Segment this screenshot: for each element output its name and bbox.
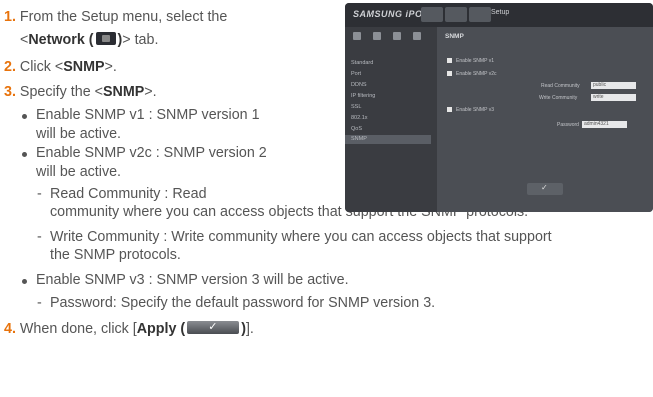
- step-3-snmp: SNMP: [102, 84, 145, 100]
- password-label: Password: [557, 122, 579, 128]
- sidebar-item-snmp: SNMP: [345, 135, 431, 144]
- apply-button-icon: [187, 319, 240, 336]
- sidebar-item-qos: QoS: [351, 126, 363, 132]
- step-1-number: 1.: [4, 9, 16, 25]
- step-1-tab-suffix: > tab.: [122, 32, 159, 48]
- snmp-v1-checkbox: [447, 58, 452, 63]
- step-2-pre: Click <: [19, 59, 64, 75]
- bullet-3-line1: Enable SNMP v3 : SNMP version 3 will be …: [36, 272, 349, 288]
- step-2-number: 2.: [4, 59, 16, 75]
- read-community-label: Read Community: [541, 83, 580, 89]
- dash-1-line1: Read Community : Read: [50, 186, 207, 202]
- sidebar-item-8021x: 802.1x: [351, 115, 368, 121]
- step-1-line2: <Network ()> tab.: [20, 32, 158, 49]
- dash-2-line1: Write Community : Write community where …: [50, 229, 552, 245]
- dash-marker: -: [37, 186, 42, 202]
- step-1-line1: 1. From the Setup menu, select the: [4, 9, 227, 26]
- network-tab-icon: [373, 32, 381, 40]
- playback-icon: [445, 7, 467, 22]
- gear-icon: [469, 7, 491, 22]
- event-tab-icon: [393, 32, 401, 40]
- manual-page: 1. From the Setup menu, select the <Netw…: [0, 0, 653, 397]
- step-4-number: 4.: [4, 321, 16, 337]
- write-community-field: write: [591, 94, 636, 101]
- bullet-2-line1: Enable SNMP v2c : SNMP version 2: [36, 145, 267, 161]
- bullet-dot: [22, 279, 27, 284]
- network-tab-icon: [95, 32, 116, 45]
- bullet-1-line2: will be active.: [36, 126, 122, 142]
- sidebar-item-ddns: DDNS: [351, 82, 367, 88]
- snmp-v1-label: Enable SNMP v1: [456, 58, 494, 64]
- step-2-post: >.: [104, 59, 117, 75]
- section-title: SNMP: [445, 33, 464, 40]
- setup-screenshot: SAMSUNG iPOLiS Setup Standard Port DDNS …: [345, 3, 653, 212]
- snmp-v3-checkbox: [447, 107, 452, 112]
- step-3-post: >.: [144, 84, 157, 100]
- step-2: 2. Click <SNMP>.: [4, 59, 117, 76]
- step-3-number: 3.: [4, 84, 16, 100]
- apply-check-button: [527, 183, 563, 195]
- setup-label: Setup: [491, 9, 510, 16]
- dash-marker: -: [37, 229, 42, 245]
- dash-3-line1: Password: Specify the default password f…: [50, 295, 436, 311]
- step-3-pre: Specify the <: [19, 84, 103, 100]
- dash-2-line2: the SNMP protocols.: [50, 247, 181, 263]
- password-field: admin4321: [582, 121, 627, 128]
- write-community-label: Write Community: [539, 95, 578, 101]
- sidebar-item-standard: Standard: [351, 60, 374, 66]
- read-community-field: public: [591, 82, 636, 89]
- video-tab-icon: [353, 32, 361, 40]
- dash-marker: -: [37, 295, 42, 311]
- step-1-text: From the Setup menu, select the: [19, 9, 228, 25]
- sidebar-item-ip-filtering: IP filtering: [351, 93, 376, 99]
- step-4: 4. When done, click [Apply ()].: [4, 319, 254, 338]
- screenshot-sidebar: Standard Port DDNS IP filtering SSL 802.…: [345, 27, 437, 212]
- screenshot-content: SNMP Enable SNMP v1 Enable SNMP v2c Read…: [437, 27, 653, 212]
- step-1-network-label: Network (: [28, 32, 94, 48]
- bullet-1-line1: Enable SNMP v1 : SNMP version 1: [36, 107, 260, 123]
- sidebar-tab-icons: [345, 27, 437, 45]
- step-2-snmp: SNMP: [63, 59, 105, 75]
- bullet-dot: [22, 152, 27, 157]
- bullet-2-line2: will be active.: [36, 164, 122, 180]
- step-3: 3. Specify the <SNMP>.: [4, 84, 157, 101]
- step-4-apply: Apply (: [136, 321, 186, 337]
- sidebar-item-ssl: SSL: [351, 104, 362, 110]
- system-tab-icon: [413, 32, 421, 40]
- snmp-v3-label: Enable SNMP v3: [456, 107, 494, 113]
- monitor-icon: [421, 7, 443, 22]
- step-4-post: ].: [245, 321, 254, 337]
- step-4-pre: When done, click [: [19, 321, 137, 337]
- snmp-v2c-checkbox: [447, 71, 452, 76]
- bullet-dot: [22, 114, 27, 119]
- screenshot-topbar: SAMSUNG iPOLiS Setup: [345, 3, 653, 27]
- sidebar-item-port: Port: [351, 71, 362, 77]
- snmp-v2c-label: Enable SNMP v2c: [456, 71, 497, 77]
